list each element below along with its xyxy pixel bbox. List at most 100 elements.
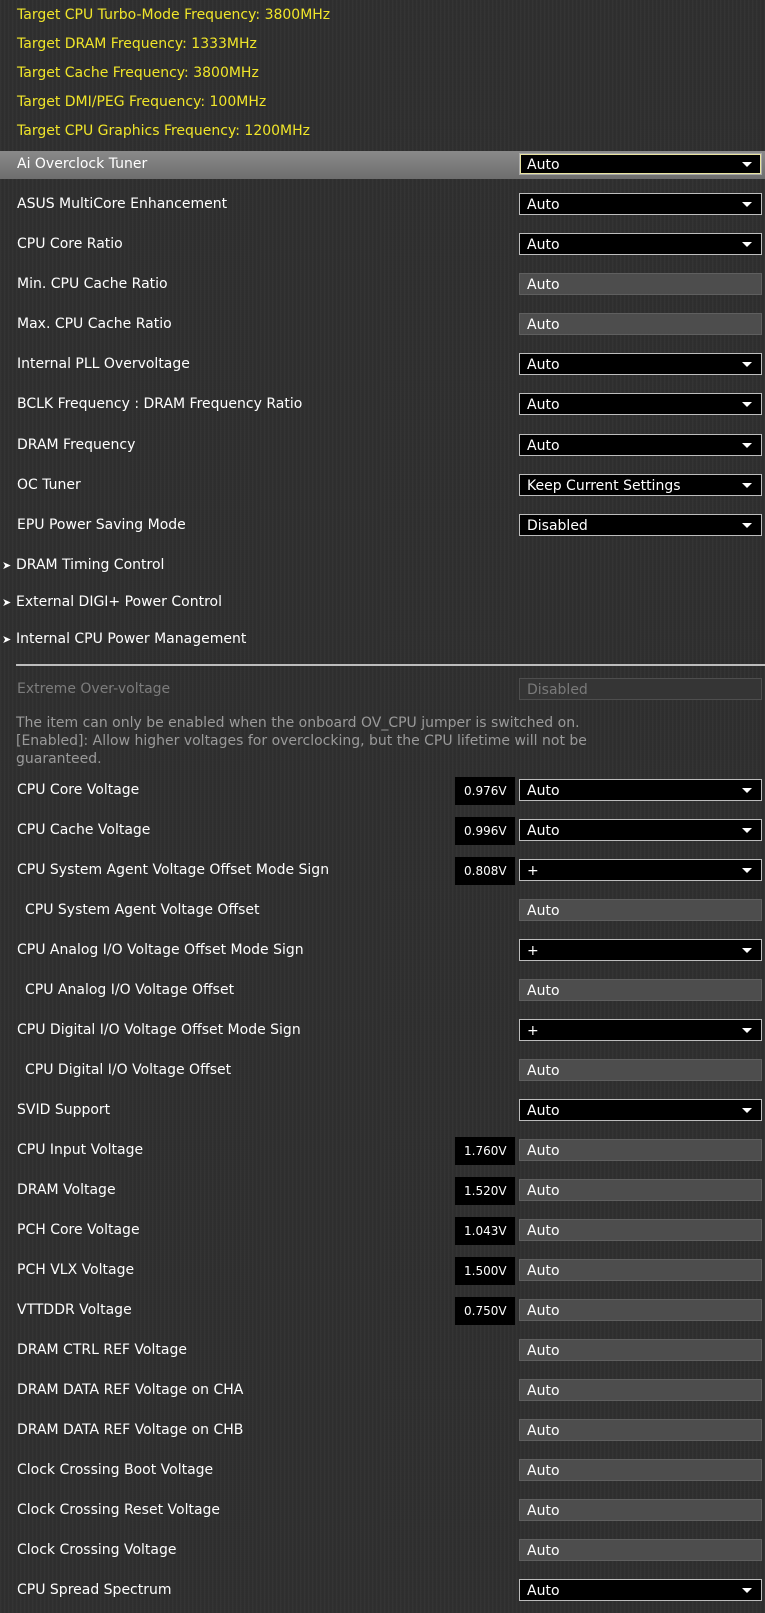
voltage-value: 1.760V: [464, 1144, 507, 1158]
min-cpu-cache-ratio-input[interactable]: Auto: [519, 273, 762, 295]
setting-row-internal-pll-overvoltage[interactable]: Internal PLL Overvoltage Auto: [0, 351, 765, 379]
input-value: Auto: [527, 1463, 560, 1479]
dram-voltage-input[interactable]: Auto: [519, 1179, 762, 1201]
dropdown-value: Auto: [527, 197, 560, 213]
clock-crossing-voltage-input[interactable]: Auto: [519, 1539, 762, 1561]
bclk-dram-ratio-dropdown[interactable]: Auto: [519, 393, 762, 415]
chevron-down-icon: [742, 362, 752, 367]
setting-label: Min. CPU Cache Ratio: [17, 276, 168, 292]
setting-row-clock-crossing-reset-voltage[interactable]: Clock Crossing Reset Voltage Auto: [0, 1497, 765, 1525]
pch-core-voltage-input[interactable]: Auto: [519, 1219, 762, 1241]
setting-row-sa-offset-mode-sign[interactable]: CPU System Agent Voltage Offset Mode Sig…: [0, 857, 765, 885]
setting-label: CPU Core Voltage: [17, 782, 140, 798]
setting-row-sa-voltage-offset[interactable]: CPU System Agent Voltage Offset Auto: [0, 897, 765, 925]
info-dmi-peg-frequency: Target DMI/PEG Frequency: 100MHz: [17, 94, 267, 110]
oc-tuner-dropdown[interactable]: Keep Current Settings: [519, 474, 762, 496]
help-line: guaranteed.: [16, 751, 102, 767]
cpu-input-voltage-input[interactable]: Auto: [519, 1139, 762, 1161]
setting-row-extreme-overvoltage: Extreme Over-voltage Disabled: [0, 676, 765, 704]
setting-row-pch-vlx-voltage[interactable]: PCH VLX Voltage 1.500V Auto: [0, 1257, 765, 1285]
setting-row-cpu-core-voltage[interactable]: CPU Core Voltage 0.976V Auto: [0, 777, 765, 805]
analog-io-offset-mode-sign-dropdown[interactable]: +: [519, 939, 762, 961]
ai-overclock-tuner-dropdown[interactable]: Auto: [519, 153, 762, 175]
submenu-dram-timing-control[interactable]: ➤ DRAM Timing Control: [0, 554, 765, 580]
multicore-enhancement-dropdown[interactable]: Auto: [519, 193, 762, 215]
dropdown-value: Auto: [527, 783, 560, 799]
voltage-reading: 0.976V: [455, 777, 515, 805]
info-dram-frequency: Target DRAM Frequency: 1333MHz: [17, 36, 257, 52]
dropdown-value: Auto: [527, 237, 560, 253]
voltage-reading: 1.043V: [455, 1217, 515, 1245]
chevron-down-icon: [742, 1588, 752, 1593]
dram-data-ref-cha-input[interactable]: Auto: [519, 1379, 762, 1401]
setting-row-cpu-spread-spectrum[interactable]: CPU Spread Spectrum Auto: [0, 1577, 765, 1605]
dropdown-value: Auto: [527, 157, 560, 173]
setting-row-oc-tuner[interactable]: OC Tuner Keep Current Settings: [0, 472, 765, 500]
submenu-external-digi-power-control[interactable]: ➤ External DIGI+ Power Control: [0, 591, 765, 617]
help-line: [Enabled]: Allow higher voltages for ove…: [16, 733, 587, 749]
dram-frequency-dropdown[interactable]: Auto: [519, 434, 762, 456]
sa-offset-mode-sign-dropdown[interactable]: +: [519, 859, 762, 881]
cpu-core-voltage-dropdown[interactable]: Auto: [519, 779, 762, 801]
chevron-down-icon: [742, 202, 752, 207]
setting-row-dram-data-ref-cha[interactable]: DRAM DATA REF Voltage on CHA Auto: [0, 1377, 765, 1405]
cpu-spread-spectrum-dropdown[interactable]: Auto: [519, 1579, 762, 1601]
clock-crossing-boot-voltage-input[interactable]: Auto: [519, 1459, 762, 1481]
setting-row-multicore-enhancement[interactable]: ASUS MultiCore Enhancement Auto: [0, 191, 765, 219]
setting-row-clock-crossing-voltage[interactable]: Clock Crossing Voltage Auto: [0, 1537, 765, 1565]
submenu-internal-cpu-power-management[interactable]: ➤ Internal CPU Power Management: [0, 628, 765, 654]
setting-row-ai-overclock-tuner[interactable]: Ai Overclock Tuner Auto: [0, 151, 765, 179]
setting-label: PCH Core Voltage: [17, 1222, 140, 1238]
clock-crossing-reset-voltage-input[interactable]: Auto: [519, 1499, 762, 1521]
setting-row-dram-voltage[interactable]: DRAM Voltage 1.520V Auto: [0, 1177, 765, 1205]
digital-io-voltage-offset-input[interactable]: Auto: [519, 1059, 762, 1081]
setting-row-dram-data-ref-chb[interactable]: DRAM DATA REF Voltage on CHB Auto: [0, 1417, 765, 1445]
max-cpu-cache-ratio-input[interactable]: Auto: [519, 313, 762, 335]
setting-row-dram-ctrl-ref-voltage[interactable]: DRAM CTRL REF Voltage Auto: [0, 1337, 765, 1365]
setting-row-max-cpu-cache-ratio[interactable]: Max. CPU Cache Ratio Auto: [0, 311, 765, 339]
input-value: Auto: [527, 983, 560, 999]
setting-row-pch-core-voltage[interactable]: PCH Core Voltage 1.043V Auto: [0, 1217, 765, 1245]
vttddr-voltage-input[interactable]: Auto: [519, 1299, 762, 1321]
dram-data-ref-chb-input[interactable]: Auto: [519, 1419, 762, 1441]
cpu-core-ratio-dropdown[interactable]: Auto: [519, 233, 762, 255]
setting-row-svid-support[interactable]: SVID Support Auto: [0, 1097, 765, 1125]
setting-row-cpu-input-voltage[interactable]: CPU Input Voltage 1.760V Auto: [0, 1137, 765, 1165]
chevron-down-icon: [742, 523, 752, 528]
sa-voltage-offset-input[interactable]: Auto: [519, 899, 762, 921]
internal-pll-overvoltage-dropdown[interactable]: Auto: [519, 353, 762, 375]
setting-row-digital-io-offset-mode-sign[interactable]: CPU Digital I/O Voltage Offset Mode Sign…: [0, 1017, 765, 1045]
setting-row-cpu-core-ratio[interactable]: CPU Core Ratio Auto: [0, 231, 765, 259]
dropdown-value: Auto: [527, 397, 560, 413]
dram-ctrl-ref-voltage-input[interactable]: Auto: [519, 1339, 762, 1361]
setting-label: CPU Spread Spectrum: [17, 1582, 172, 1598]
setting-row-cpu-cache-voltage[interactable]: CPU Cache Voltage 0.996V Auto: [0, 817, 765, 845]
pch-vlx-voltage-input[interactable]: Auto: [519, 1259, 762, 1281]
analog-io-voltage-offset-input[interactable]: Auto: [519, 979, 762, 1001]
setting-row-clock-crossing-boot-voltage[interactable]: Clock Crossing Boot Voltage Auto: [0, 1457, 765, 1485]
input-value: Auto: [527, 1063, 560, 1079]
setting-row-dram-frequency[interactable]: DRAM Frequency Auto: [0, 432, 765, 460]
voltage-reading: 0.808V: [455, 857, 515, 885]
setting-row-epu-power-saving[interactable]: EPU Power Saving Mode Disabled: [0, 512, 765, 540]
setting-label: CPU Analog I/O Voltage Offset Mode Sign: [17, 942, 304, 958]
setting-row-bclk-dram-ratio[interactable]: BCLK Frequency : DRAM Frequency Ratio Au…: [0, 391, 765, 419]
setting-row-vttddr-voltage[interactable]: VTTDDR Voltage 0.750V Auto: [0, 1297, 765, 1325]
setting-label: Ai Overclock Tuner: [17, 156, 148, 172]
setting-row-min-cpu-cache-ratio[interactable]: Min. CPU Cache Ratio Auto: [0, 271, 765, 299]
voltage-value: 0.976V: [464, 784, 507, 798]
setting-label: DRAM Frequency: [17, 437, 136, 453]
chevron-down-icon: [742, 1108, 752, 1113]
input-value: Auto: [527, 317, 560, 333]
epu-power-saving-dropdown[interactable]: Disabled: [519, 514, 762, 536]
svid-support-dropdown[interactable]: Auto: [519, 1099, 762, 1121]
setting-label: Max. CPU Cache Ratio: [17, 316, 172, 332]
chevron-down-icon: [742, 443, 752, 448]
extreme-overvoltage-field: Disabled: [519, 678, 762, 700]
setting-row-digital-io-voltage-offset[interactable]: CPU Digital I/O Voltage Offset Auto: [0, 1057, 765, 1085]
setting-row-analog-io-offset-mode-sign[interactable]: CPU Analog I/O Voltage Offset Mode Sign …: [0, 937, 765, 965]
setting-row-analog-io-voltage-offset[interactable]: CPU Analog I/O Voltage Offset Auto: [0, 977, 765, 1005]
digital-io-offset-mode-sign-dropdown[interactable]: +: [519, 1019, 762, 1041]
chevron-right-icon: ➤: [2, 633, 12, 646]
cpu-cache-voltage-dropdown[interactable]: Auto: [519, 819, 762, 841]
